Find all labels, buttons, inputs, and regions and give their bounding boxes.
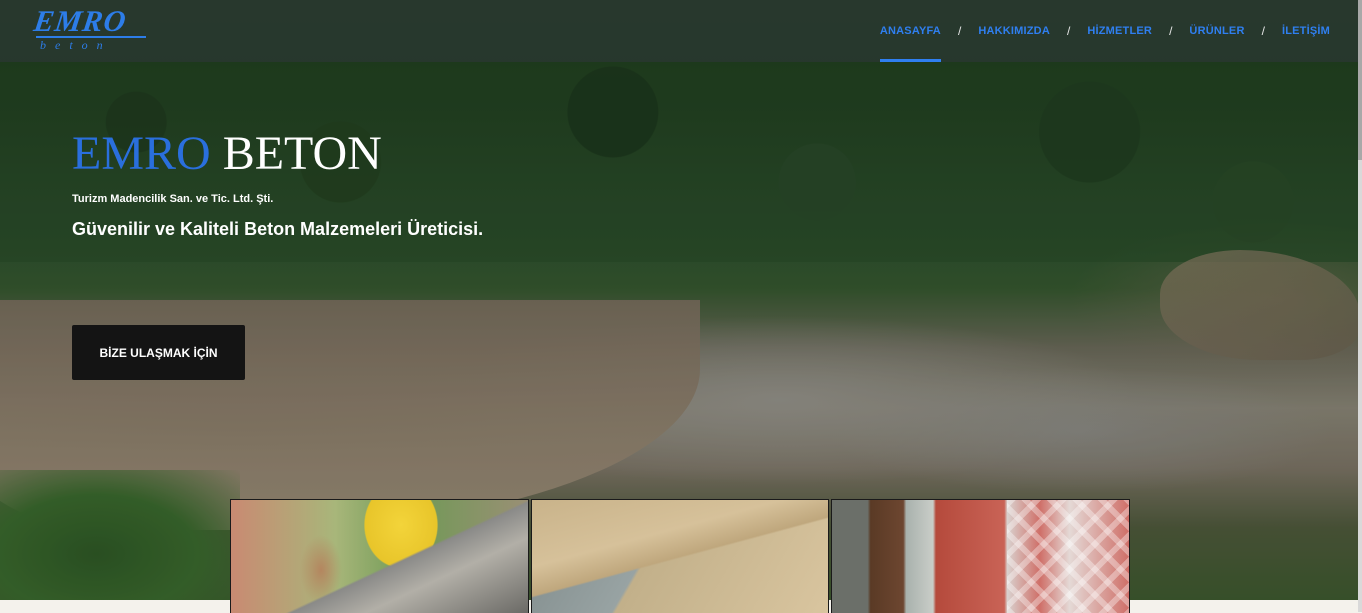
nav-separator: / xyxy=(957,24,962,38)
nav-separator: / xyxy=(1261,24,1265,38)
product-card-concrete[interactable] xyxy=(230,499,529,613)
nav-item-iletisim[interactable]: İLETİŞİM xyxy=(1282,0,1330,62)
nav-item-anasayfa[interactable]: ANASAYFA xyxy=(879,0,942,62)
nav-separator: / xyxy=(1066,24,1071,38)
hero-tagline: Güvenilir ve Kaliteli Beton Malzemeleri … xyxy=(72,219,484,239)
logo-main-text: EMRO xyxy=(31,5,129,38)
nav-item-urunler[interactable]: ÜRÜNLER xyxy=(1189,0,1244,62)
logo[interactable]: EMRO beton xyxy=(31,5,150,52)
company-name: Turizm Madencilik San. ve Tic. Ltd. Şti. xyxy=(72,193,274,205)
contact-cta-button[interactable]: BİZE ULAŞMAK İÇİN xyxy=(72,325,245,380)
nav-item-hakkimizda[interactable]: HAKKIMIZDA xyxy=(978,0,1050,62)
hero-brand-part1: EMRO xyxy=(72,127,211,180)
product-card-paving[interactable] xyxy=(831,499,1131,613)
hero-brand-part2: BETON xyxy=(222,127,382,180)
logo-sub-text: beton xyxy=(40,38,112,52)
site-header: EMRO beton ANASAYFA / HAKKIMIZDA / HİZME… xyxy=(0,0,1362,62)
scrollbar-thumb[interactable] xyxy=(1358,0,1362,160)
nav-item-hizmetler[interactable]: HİZMETLER xyxy=(1087,0,1152,62)
page-scrollbar[interactable] xyxy=(1358,0,1362,612)
nav-separator: / xyxy=(1169,24,1173,38)
main-nav: ANASAYFA / HAKKIMIZDA / HİZMETLER / ÜRÜN… xyxy=(879,0,1330,62)
hero-brand-title: EMRO BETON xyxy=(72,126,382,182)
product-card-aggregate[interactable] xyxy=(530,499,830,613)
product-cards xyxy=(230,499,1131,613)
